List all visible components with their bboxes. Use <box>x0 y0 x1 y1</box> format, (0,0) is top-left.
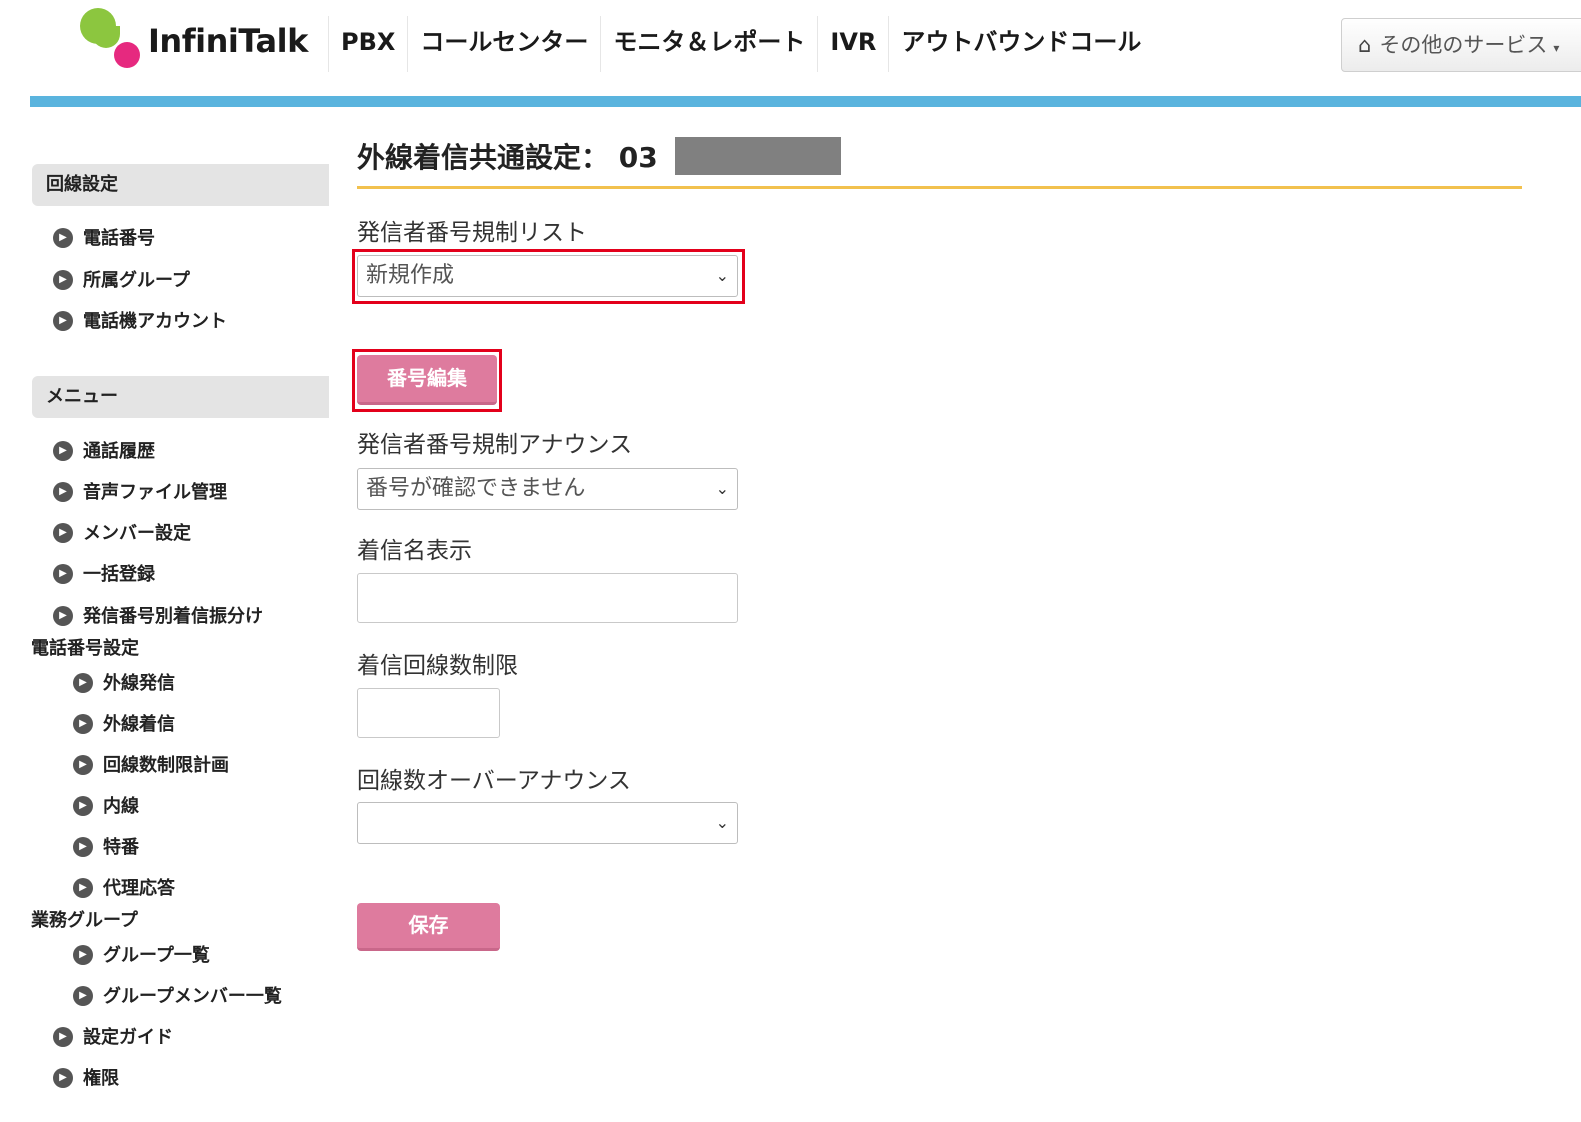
arrow-right-circle-icon: ▶ <box>73 713 93 734</box>
chevron-down-icon: ⌄ <box>715 479 729 498</box>
sidebar-item-label: 設定ガイド <box>83 1027 173 1048</box>
main-nav: PBX コールセンター モニタ＆レポート IVR アウトバウンドコール <box>328 16 1153 72</box>
infinitalk-logo[interactable]: InfiniTalk <box>78 6 308 72</box>
logo-text: InfiniTalk <box>148 22 308 60</box>
caret-down-icon: ▾ <box>1553 41 1560 55</box>
sidebar-item-label: 一括登録 <box>83 564 155 585</box>
header-accent-bar <box>30 96 1581 107</box>
line-over-announce-label: 回線数オーバーアナウンス <box>357 768 631 794</box>
sidebar-item-call-history[interactable]: ▶ 通話履歴 <box>53 439 155 465</box>
nav-pbx[interactable]: PBX <box>328 16 407 72</box>
arrow-right-circle-icon: ▶ <box>53 522 73 543</box>
select-value: 番号が確認できません <box>366 476 586 501</box>
sidebar-item-label: グループ一覧 <box>103 945 210 966</box>
incoming-line-limit-label: 着信回線数制限 <box>357 653 518 679</box>
select-value: 新規作成 <box>366 263 455 288</box>
line-over-announce-select[interactable]: ⌄ <box>357 802 738 844</box>
sidebar-item-label: グループメンバー一覧 <box>103 986 282 1007</box>
sidebar-item-label: 電話番号 <box>83 228 155 249</box>
page-title-number: 03 <box>618 141 658 174</box>
redacted-block <box>675 137 841 175</box>
logo-pink-dot <box>114 42 140 68</box>
sidebar-item-label: 回線数制限計画 <box>103 755 229 776</box>
incoming-name-display-input[interactable] <box>357 573 738 623</box>
logo-green-tail <box>92 26 120 48</box>
sidebar-item-label: 外線発信 <box>103 673 175 694</box>
home-icon: ⌂ <box>1358 33 1372 57</box>
sidebar-item-label: 内線 <box>103 796 139 817</box>
nav-call-center[interactable]: コールセンター <box>407 16 600 72</box>
caller-restriction-announce-label: 発信者番号規制アナウンス <box>357 432 633 458</box>
arrow-right-circle-icon: ▶ <box>53 269 73 290</box>
sidebar-item-group[interactable]: ▶ 所属グループ <box>53 268 190 294</box>
arrow-right-circle-icon: ▶ <box>73 795 93 816</box>
sidebar-item-bulk-register[interactable]: ▶ 一括登録 <box>53 562 155 588</box>
sidebar-item-outbound[interactable]: ▶ 外線発信 <box>73 671 175 697</box>
arrow-right-circle-icon: ▶ <box>73 944 93 965</box>
caller-restriction-announce-select[interactable]: 番号が確認できません ⌄ <box>357 468 738 510</box>
nav-outbound-call[interactable]: アウトバウンドコール <box>888 16 1153 72</box>
sidebar-item-label: 特番 <box>103 837 139 858</box>
sidebar-item-phone-account[interactable]: ▶ 電話機アカウント <box>53 309 227 335</box>
sidebar-item-member-settings[interactable]: ▶ メンバー設定 <box>53 521 191 547</box>
sidebar-heading-line-settings: 回線設定 <box>32 164 329 206</box>
sidebar-item-audio-files[interactable]: ▶ 音声ファイル管理 <box>53 480 227 506</box>
page-title-text: 外線着信共通設定： <box>357 141 610 174</box>
caller-restriction-list-select[interactable]: 新規作成 ⌄ <box>357 255 738 297</box>
arrow-right-circle-icon: ▶ <box>73 672 93 693</box>
other-services-button[interactable]: ⌂ その他のサービス ▾ <box>1341 18 1581 72</box>
sidebar-heading-menu: メニュー <box>32 376 329 418</box>
sidebar-item-group-list[interactable]: ▶ グループ一覧 <box>73 943 210 969</box>
sidebar-item-label: 権限 <box>83 1068 119 1089</box>
chevron-down-icon: ⌄ <box>715 266 729 285</box>
incoming-line-limit-input[interactable] <box>357 688 500 738</box>
arrow-right-circle-icon: ▶ <box>53 1067 73 1088</box>
sidebar-item-extension[interactable]: ▶ 内線 <box>73 794 139 820</box>
arrow-right-circle-icon: ▶ <box>53 481 73 502</box>
page-title: 外線着信共通設定： 03 <box>357 138 658 178</box>
sidebar-item-label: 音声ファイル管理 <box>83 482 227 503</box>
sidebar-item-label: 発信番号別着信振分け <box>83 606 263 627</box>
sidebar-item-pickup[interactable]: ▶ 代理応答 <box>73 876 175 902</box>
nav-monitor-report[interactable]: モニタ＆レポート <box>600 16 817 72</box>
sidebar-item-label: メンバー設定 <box>83 523 191 544</box>
incoming-name-display-label: 着信名表示 <box>357 538 472 564</box>
chevron-down-icon: ⌄ <box>715 813 729 832</box>
sidebar-item-label: 通話履歴 <box>83 441 155 462</box>
arrow-right-circle-icon: ▶ <box>73 877 93 898</box>
sidebar-item-group-member-list[interactable]: ▶ グループメンバー一覧 <box>73 984 282 1010</box>
sidebar-item-routing-by-caller[interactable]: ▶ 発信番号別着信振分け <box>53 604 263 630</box>
arrow-right-circle-icon: ▶ <box>53 1026 73 1047</box>
sidebar-item-special-number[interactable]: ▶ 特番 <box>73 835 139 861</box>
arrow-right-circle-icon: ▶ <box>73 985 93 1006</box>
arrow-right-circle-icon: ▶ <box>73 754 93 775</box>
save-button[interactable]: 保存 <box>357 903 500 951</box>
edit-number-button[interactable]: 番号編集 <box>357 355 497 405</box>
sidebar-item-setup-guide[interactable]: ▶ 設定ガイド <box>53 1025 173 1051</box>
sidebar-item-inbound[interactable]: ▶ 外線着信 <box>73 712 175 738</box>
arrow-right-circle-icon: ▶ <box>53 440 73 461</box>
sidebar-item-line-limit-plan[interactable]: ▶ 回線数制限計画 <box>73 753 229 779</box>
sidebar-item-label: 外線着信 <box>103 714 175 735</box>
sidebar-item-permissions[interactable]: ▶ 権限 <box>53 1066 119 1092</box>
nav-ivr[interactable]: IVR <box>817 16 888 72</box>
arrow-right-circle-icon: ▶ <box>53 310 73 331</box>
caller-restriction-list-label: 発信者番号規制リスト <box>357 220 587 246</box>
sidebar-section-phone-settings: 電話番号設定 <box>31 638 139 659</box>
arrow-right-circle-icon: ▶ <box>73 836 93 857</box>
sidebar-section-business-group: 業務グループ <box>31 910 138 931</box>
arrow-right-circle-icon: ▶ <box>53 563 73 584</box>
arrow-right-circle-icon: ▶ <box>53 227 73 248</box>
sidebar-item-phone-number[interactable]: ▶ 電話番号 <box>53 226 155 252</box>
sidebar-item-label: 電話機アカウント <box>83 311 227 332</box>
title-underline <box>357 186 1522 189</box>
sidebar-item-label: 代理応答 <box>103 878 175 899</box>
arrow-right-circle-icon: ▶ <box>53 605 73 626</box>
top-header: InfiniTalk PBX コールセンター モニタ＆レポート IVR アウトバ… <box>0 0 1581 108</box>
other-services-label: その他のサービス <box>1379 33 1548 57</box>
sidebar-item-label: 所属グループ <box>83 270 190 291</box>
